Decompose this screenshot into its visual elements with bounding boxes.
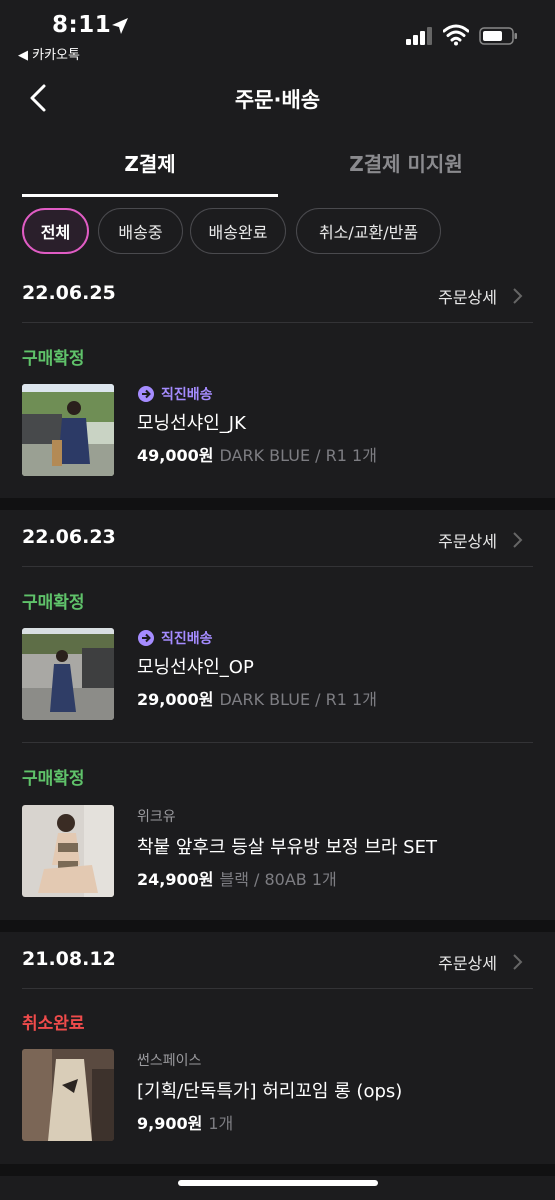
order-header[interactable]: 22.06.25 주문상세 bbox=[0, 270, 555, 322]
order-detail-link[interactable]: 주문상세 bbox=[438, 528, 497, 552]
section-separator bbox=[0, 498, 555, 510]
store-name: 위크유 bbox=[137, 809, 176, 825]
clock: 8:11 bbox=[52, 12, 112, 38]
battery-icon bbox=[479, 27, 517, 45]
active-tab-indicator bbox=[22, 194, 278, 197]
divider bbox=[22, 322, 533, 323]
home-indicator[interactable] bbox=[178, 1180, 378, 1186]
product-thumbnail[interactable] bbox=[22, 1049, 114, 1141]
order-detail-link[interactable]: 주문상세 bbox=[438, 950, 497, 974]
price-line: 9,900원 1개 bbox=[137, 1110, 233, 1134]
order-status-confirmed: 구매확정 bbox=[22, 769, 85, 789]
product-name[interactable]: [기획/단독특가] 허리꼬임 롱 (ops) bbox=[137, 1077, 402, 1103]
price-line: 29,000원 DARK BLUE / R1 1개 bbox=[137, 686, 377, 710]
order-status-confirmed: 구매확정 bbox=[22, 349, 85, 369]
order-date: 22.06.25 bbox=[22, 282, 116, 304]
wifi-icon bbox=[443, 24, 469, 46]
product-option: 1개 bbox=[208, 1114, 234, 1133]
tab-z-pay[interactable]: Z결제 bbox=[22, 148, 278, 177]
filter-chip-cancel-exchange-return[interactable]: 취소/교환/반품 bbox=[296, 208, 441, 254]
order-date: 21.08.12 bbox=[22, 948, 116, 970]
product-price: 24,900원 bbox=[137, 870, 214, 889]
chevron-right-icon bbox=[513, 954, 523, 970]
order-header[interactable]: 22.06.23 주문상세 bbox=[0, 514, 555, 566]
store-name: 직진배송 bbox=[137, 384, 213, 404]
page-title: 주문·배송 bbox=[234, 88, 321, 112]
product-price: 9,900원 bbox=[137, 1114, 203, 1133]
divider bbox=[22, 742, 533, 743]
store-name: 직진배송 bbox=[137, 628, 213, 648]
product-price: 29,000원 bbox=[137, 690, 214, 709]
navigation-bar: 주문·배송 bbox=[0, 70, 555, 130]
section-separator bbox=[0, 1164, 555, 1176]
order-header[interactable]: 21.08.12 주문상세 bbox=[0, 936, 555, 988]
price-line: 24,900원 블랙 / 80AB 1개 bbox=[137, 866, 337, 890]
store-name-label: 직진배송 bbox=[161, 387, 213, 403]
section-separator bbox=[0, 920, 555, 932]
order-status-confirmed: 구매확정 bbox=[22, 593, 85, 613]
product-price: 49,000원 bbox=[137, 446, 214, 465]
filter-chip-shipping[interactable]: 배송중 bbox=[98, 208, 183, 254]
product-name[interactable]: 모닝선샤인_OP bbox=[137, 653, 254, 679]
back-to-app-link[interactable]: ◀ 카카오톡 bbox=[18, 44, 80, 63]
store-name-label: 직진배송 bbox=[161, 631, 213, 647]
order-detail-link[interactable]: 주문상세 bbox=[438, 284, 497, 308]
chevron-right-icon bbox=[513, 532, 523, 548]
direct-delivery-icon bbox=[138, 386, 154, 402]
product-thumbnail[interactable] bbox=[22, 805, 114, 897]
divider bbox=[22, 566, 533, 567]
tab-z-pay-unsupported[interactable]: Z결제 미지원 bbox=[278, 148, 534, 177]
chevron-right-icon bbox=[513, 288, 523, 304]
payment-tabs: Z결제 Z결제 미지원 bbox=[0, 130, 555, 198]
price-line: 49,000원 DARK BLUE / R1 1개 bbox=[137, 442, 377, 466]
divider bbox=[22, 988, 533, 989]
cellular-signal-icon bbox=[406, 27, 432, 45]
product-option: 블랙 / 80AB 1개 bbox=[219, 870, 337, 889]
direct-delivery-icon bbox=[138, 630, 154, 646]
location-arrow-icon bbox=[112, 18, 128, 34]
filter-chip-all[interactable]: 전체 bbox=[22, 208, 89, 254]
product-thumbnail[interactable] bbox=[22, 384, 114, 476]
order-date: 22.06.23 bbox=[22, 526, 116, 548]
store-name: 썬스페이스 bbox=[137, 1053, 202, 1069]
product-name[interactable]: 착붙 앞후크 등살 부유방 보정 브라 SET bbox=[137, 833, 437, 859]
order-status-cancelled: 취소완료 bbox=[22, 1014, 85, 1034]
product-option: DARK BLUE / R1 1개 bbox=[219, 446, 377, 465]
status-bar: 8:11 ◀ 카카오톡 bbox=[0, 0, 555, 70]
product-option: DARK BLUE / R1 1개 bbox=[219, 690, 377, 709]
product-name[interactable]: 모닝선샤인_JK bbox=[137, 409, 246, 435]
filter-chip-delivered[interactable]: 배송완료 bbox=[190, 208, 286, 254]
product-thumbnail[interactable] bbox=[22, 628, 114, 720]
